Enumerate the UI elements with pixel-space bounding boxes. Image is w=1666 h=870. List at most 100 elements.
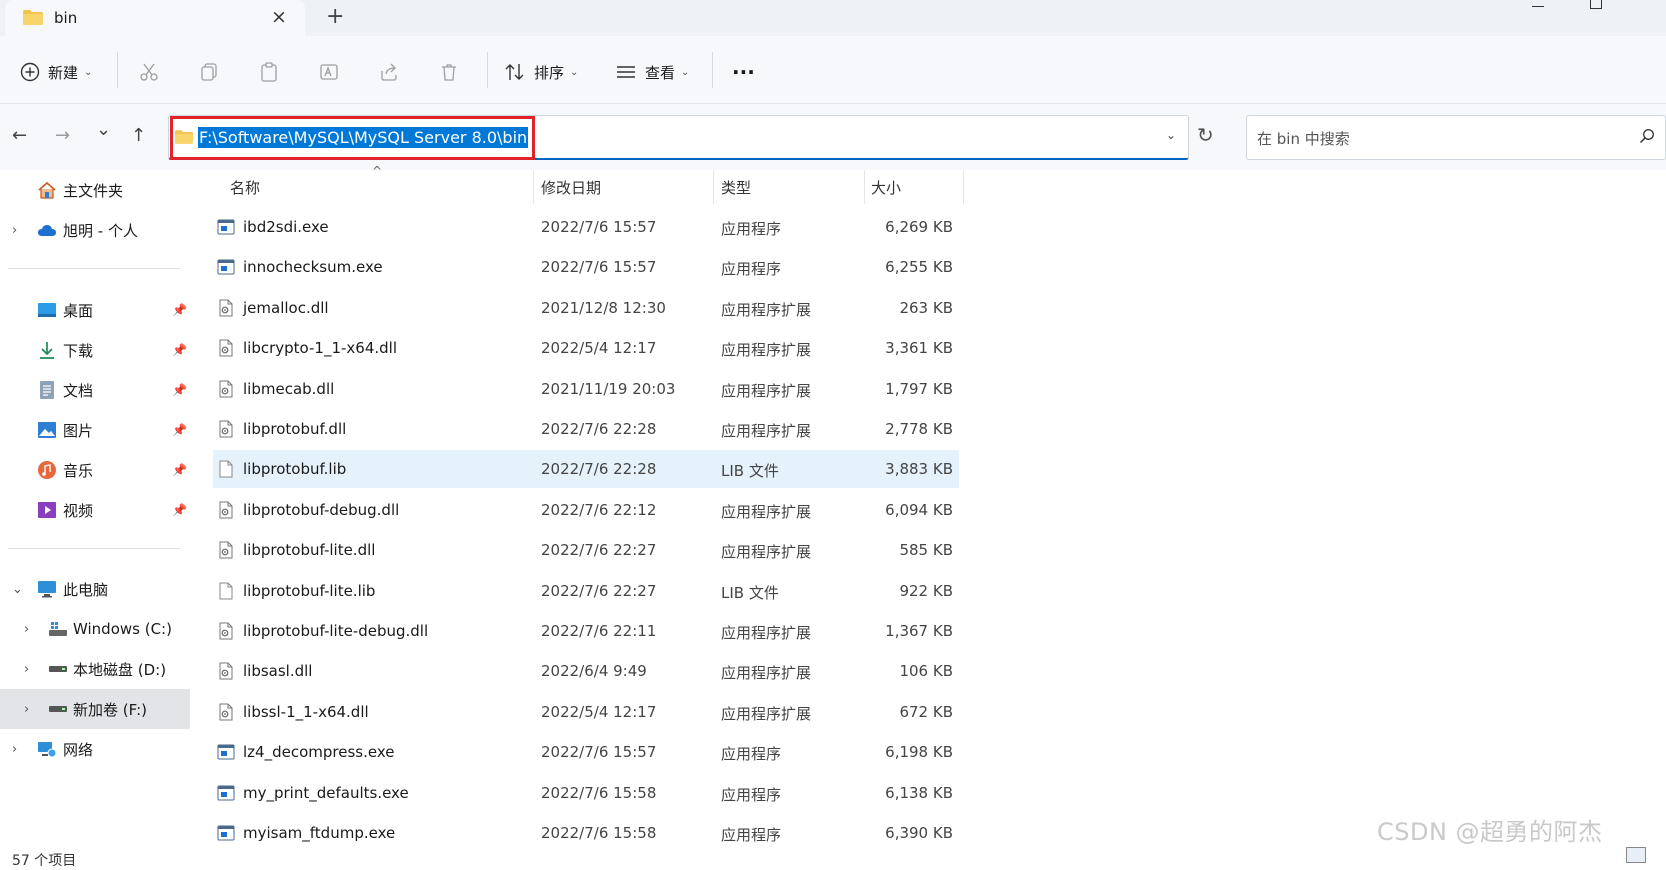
up-button[interactable]: ↑ (131, 126, 146, 146)
search-icon[interactable] (1639, 128, 1655, 144)
forward-button[interactable]: → (55, 126, 70, 146)
pin-icon[interactable]: 📌 (172, 303, 187, 317)
column-header-size[interactable]: 大小 (871, 170, 901, 204)
pin-icon[interactable]: 📌 (172, 503, 187, 517)
file-type: 应用程序 (721, 260, 782, 279)
sidebar-item-desktop[interactable]: 桌面 📌 (0, 290, 190, 330)
tab-close-icon[interactable]: × (271, 7, 287, 27)
sidebar-item-documents[interactable]: 文档 📌 (0, 370, 190, 410)
chevron-down-icon[interactable]: ⌄ (1166, 128, 1176, 142)
navigation-pane: 主文件夹 › 旭明 - 个人 桌面 📌 下载 📌 文档 📌 图片 📌 音乐 📌 … (0, 170, 192, 863)
file-size: 1,797 KB (885, 379, 953, 398)
sidebar-item-downloads[interactable]: 下载 📌 (0, 330, 190, 370)
file-date: 2022/7/6 22:28 (541, 420, 657, 438)
recent-locations-button[interactable]: ⌄ (96, 120, 111, 140)
sidebar-item-this-pc[interactable]: ⌄ 此电脑 (0, 569, 190, 609)
column-divider[interactable] (864, 170, 865, 204)
table-row[interactable]: libprotobuf-lite.lib 2022/7/6 22:27 LIB 文件… (213, 572, 959, 610)
cut-button[interactable] (139, 58, 159, 86)
sidebar-item-home[interactable]: 主文件夹 (0, 170, 190, 210)
file-type: 应用程序 (721, 220, 782, 238)
file-name: libssl-1_1-x64.dll (243, 702, 369, 721)
back-button[interactable]: ← (12, 126, 27, 146)
sidebar-item-onedrive[interactable]: › 旭明 - 个人 (0, 210, 190, 250)
file-type: 应用程序扩展 (721, 502, 812, 521)
file-type: LIB 文件 (721, 462, 779, 481)
sort-button[interactable]: 排序 ⌄ (504, 58, 578, 86)
table-row[interactable]: libprotobuf-debug.dll 2022/7/6 22:12 应用程序扩… (213, 491, 959, 529)
table-row[interactable]: jemalloc.dll 2021/12/8 12:30 应用程序扩展 263 KB (213, 289, 959, 327)
pin-icon[interactable]: 📌 (172, 383, 187, 397)
table-row[interactable]: ibd2sdi.exe 2022/7/6 15:57 应用程序 6,269 KB (213, 208, 959, 246)
table-row[interactable]: libprotobuf-lite.dll 2022/7/6 22:27 应用程序扩展… (213, 531, 959, 569)
sidebar-item-label: 新加卷 (F:) (73, 700, 147, 719)
file-size: 6,094 KB (885, 500, 953, 519)
chevron-right-icon[interactable]: › (24, 662, 29, 677)
column-divider[interactable] (533, 170, 534, 204)
column-header-type[interactable]: 类型 (721, 170, 751, 204)
sidebar-item-network[interactable]: › 网络 (0, 729, 190, 769)
table-row[interactable]: myisam_ftdump.exe 2022/7/6 15:58 应用程序 6,390… (213, 814, 959, 852)
file-size: 3,883 KB (885, 460, 953, 479)
file-type: 应用程序扩展 (721, 543, 812, 562)
new-button[interactable]: 新建 ⌄ (20, 58, 92, 86)
minimize-icon[interactable] (1532, 6, 1544, 7)
sidebar-item-drive-c[interactable]: › Windows (C:) (0, 609, 190, 649)
table-row[interactable]: libprotobuf-lite-debug.dll 2022/7/6 22:11… (213, 612, 959, 650)
sidebar-item-drive-d[interactable]: › 本地磁盘 (D:) (0, 649, 190, 689)
chevron-right-icon[interactable]: › (24, 702, 29, 717)
divider (487, 52, 488, 88)
drive-icon (49, 706, 67, 712)
exe-file-icon (217, 258, 235, 276)
sidebar-item-music[interactable]: 音乐 📌 (0, 450, 190, 490)
table-row[interactable]: libmecab.dll 2021/11/19 20:03 应用程序扩展 1,797 … (213, 370, 959, 408)
pin-icon[interactable]: 📌 (172, 463, 187, 477)
file-name: libprotobuf.lib (243, 460, 347, 479)
rename-button[interactable] (319, 58, 339, 86)
column-header-date[interactable]: 修改日期 (541, 170, 601, 204)
pin-icon[interactable]: 📌 (172, 423, 187, 437)
more-options-button[interactable]: ··· (732, 58, 755, 86)
chevron-down-icon: ⌄ (681, 66, 690, 78)
tab-bin[interactable]: bin × (5, 0, 305, 36)
table-row[interactable]: libprotobuf.lib 2022/7/6 22:28 LIB 文件 3,883… (213, 450, 959, 489)
file-type: 应用程序扩展 (721, 624, 812, 642)
view-button[interactable]: 查看 ⌄ (615, 58, 689, 86)
new-tab-button[interactable]: + (326, 5, 344, 29)
delete-button[interactable] (439, 58, 459, 86)
file-size: 1,367 KB (885, 622, 953, 640)
table-row[interactable]: libsasl.dll 2022/6/4 9:49 应用程序扩展 106 KB (213, 652, 959, 690)
sidebar-item-videos[interactable]: 视频 📌 (0, 490, 190, 530)
file-size: 672 KB (899, 702, 953, 721)
table-row[interactable]: libssl-1_1-x64.dll 2022/5/4 12:17 应用程序扩展 67… (213, 693, 959, 731)
refresh-button[interactable]: ↻ (1197, 123, 1214, 147)
maximize-icon[interactable] (1590, 0, 1602, 9)
download-icon (40, 342, 54, 359)
folder-icon (23, 10, 43, 25)
column-divider[interactable] (713, 170, 714, 204)
table-row[interactable]: libcrypto-1_1-x64.dll 2022/5/4 12:17 应用程序扩… (213, 329, 959, 367)
details-view-button[interactable] (1626, 847, 1646, 863)
column-divider[interactable] (963, 170, 964, 204)
sidebar-item-pictures[interactable]: 图片 📌 (0, 410, 190, 450)
file-type: 应用程序扩展 (721, 664, 812, 683)
sort-ascending-icon: ^ (372, 164, 383, 178)
file-size: 2,778 KB (885, 420, 953, 438)
chevron-down-icon[interactable]: ⌄ (12, 582, 23, 597)
file-name: libprotobuf.dll (243, 420, 347, 438)
chevron-right-icon[interactable]: › (24, 622, 29, 637)
chevron-right-icon[interactable]: › (12, 742, 17, 757)
copy-button[interactable] (199, 58, 219, 86)
table-row[interactable]: my_print_defaults.exe 2022/7/6 15:58 应用程序 6… (213, 774, 959, 812)
view-list-icon (617, 66, 635, 78)
paste-button[interactable] (259, 58, 279, 86)
table-row[interactable]: libprotobuf.dll 2022/7/6 22:28 应用程序扩展 2,778… (213, 410, 959, 448)
sidebar-item-drive-f[interactable]: › 新加卷 (F:) (0, 689, 190, 729)
column-header-name[interactable]: 名称 (230, 170, 260, 204)
search-box[interactable]: 在 bin 中搜索 (1246, 115, 1666, 160)
pin-icon[interactable]: 📌 (172, 343, 187, 357)
table-row[interactable]: lz4_decompress.exe 2022/7/6 15:57 应用程序 6,19… (213, 733, 959, 771)
chevron-right-icon[interactable]: › (12, 223, 17, 238)
share-button[interactable] (379, 58, 399, 86)
table-row[interactable]: innochecksum.exe 2022/7/6 15:57 应用程序 6,255 … (213, 248, 959, 286)
